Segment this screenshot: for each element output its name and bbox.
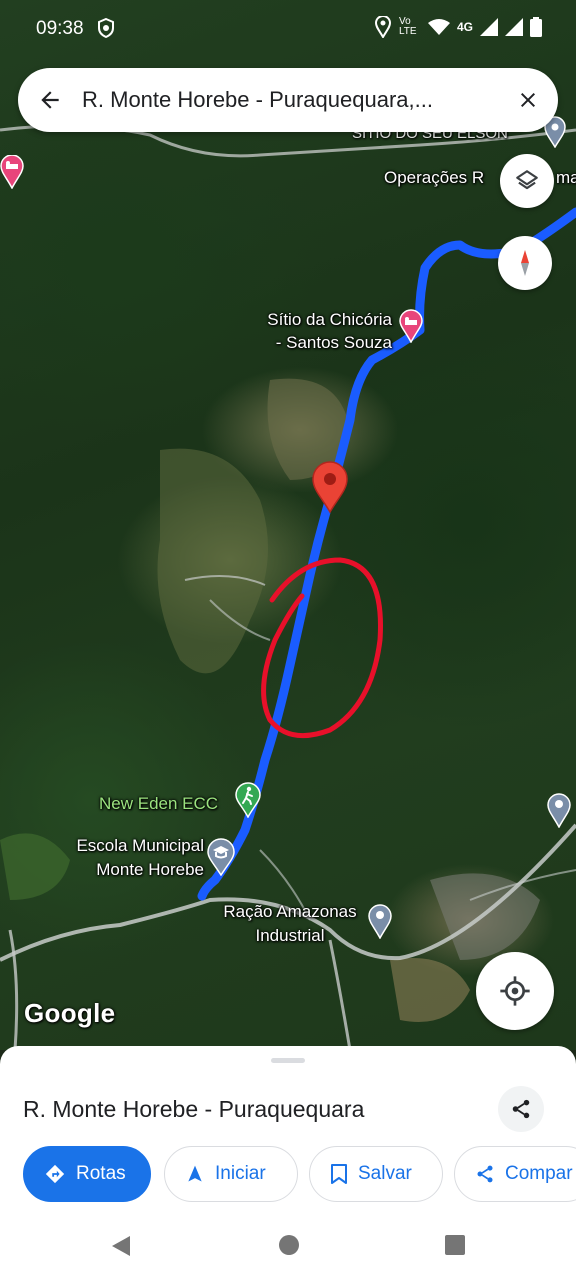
my-location-button[interactable]	[476, 952, 554, 1030]
volte-label: Vo LTE	[398, 16, 417, 37]
shield-icon	[98, 18, 114, 38]
share-icon	[477, 1165, 493, 1183]
share-label: Compar	[505, 1163, 573, 1184]
back-button[interactable]	[18, 68, 82, 132]
hotel-icon[interactable]	[0, 155, 24, 189]
save-button[interactable]: Salvar	[309, 1146, 443, 1202]
place-icon[interactable]	[546, 792, 572, 828]
directions-icon	[45, 1164, 65, 1184]
directions-button[interactable]: Rotas	[23, 1146, 151, 1202]
google-attribution: Google	[24, 998, 116, 1028]
bookmark-icon	[331, 1164, 347, 1184]
share-button[interactable]	[498, 1086, 544, 1132]
map-label-escola-2[interactable]: Monte Horebe	[40, 858, 204, 881]
share-icon	[512, 1099, 530, 1119]
clear-search-button[interactable]	[498, 68, 558, 132]
map-label-racao-2[interactable]: Industrial	[210, 924, 370, 947]
back-arrow-icon	[41, 91, 59, 109]
map-label-operacoes-tail: mas	[556, 168, 576, 187]
map-label-chicoria-1[interactable]: Sítio da Chicória	[240, 308, 392, 331]
start-label: Iniciar	[215, 1163, 266, 1184]
map-label-operacoes[interactable]: Operações R	[384, 166, 484, 189]
system-nav-bar	[0, 1210, 576, 1280]
signal-icon	[480, 18, 498, 36]
navigation-arrow-icon	[188, 1165, 202, 1182]
circle-annotation	[261, 557, 383, 739]
nav-recents-icon[interactable]	[444, 1234, 466, 1256]
start-button[interactable]: Iniciar	[164, 1146, 298, 1202]
school-icon[interactable]	[206, 838, 236, 876]
nav-home-icon[interactable]	[278, 1234, 300, 1256]
nav-back-icon[interactable]	[110, 1234, 132, 1258]
my-location-icon	[500, 976, 530, 1006]
map-label-racao-1[interactable]: Ração Amazonas	[210, 900, 370, 923]
place-icon[interactable]	[367, 903, 393, 939]
directions-label: Rotas	[76, 1163, 126, 1184]
destination-pin-icon[interactable]	[310, 460, 350, 514]
search-query[interactable]: R. Monte Horebe - Puraquequara,...	[82, 87, 498, 113]
close-icon	[521, 93, 535, 107]
wifi-icon	[427, 19, 450, 35]
status-bar: 09:38 Vo LTE 4G	[0, 0, 576, 56]
red-annotation	[261, 557, 383, 739]
satellite-map[interactable]: SÍTIO DO SEU ELSON Operações R mas Sítio…	[0, 0, 576, 1050]
battery-icon	[530, 17, 542, 37]
compass-button[interactable]	[498, 236, 552, 290]
search-bar[interactable]: R. Monte Horebe - Puraquequara,...	[18, 68, 558, 132]
share-chip-button[interactable]: Compar	[454, 1146, 576, 1202]
map-label-new-eden[interactable]: New Eden ECC	[99, 792, 218, 815]
network-label: 4G	[456, 20, 473, 34]
signal-icon	[505, 18, 523, 36]
save-label: Salvar	[358, 1163, 412, 1184]
drag-handle[interactable]	[271, 1058, 305, 1063]
layers-icon	[516, 170, 538, 190]
status-icons: Vo LTE 4G	[374, 16, 542, 38]
map-label-chicoria-2[interactable]: - Santos Souza	[240, 331, 392, 354]
hiking-icon[interactable]	[234, 782, 262, 818]
compass-icon	[521, 250, 529, 276]
status-time: 09:38	[36, 18, 84, 39]
hotel-icon[interactable]	[398, 309, 424, 343]
layers-button[interactable]	[500, 154, 554, 208]
place-title: R. Monte Horebe - Puraquequara	[23, 1096, 365, 1122]
map-label-escola-1[interactable]: Escola Municipal	[40, 834, 204, 857]
location-icon	[374, 16, 391, 38]
